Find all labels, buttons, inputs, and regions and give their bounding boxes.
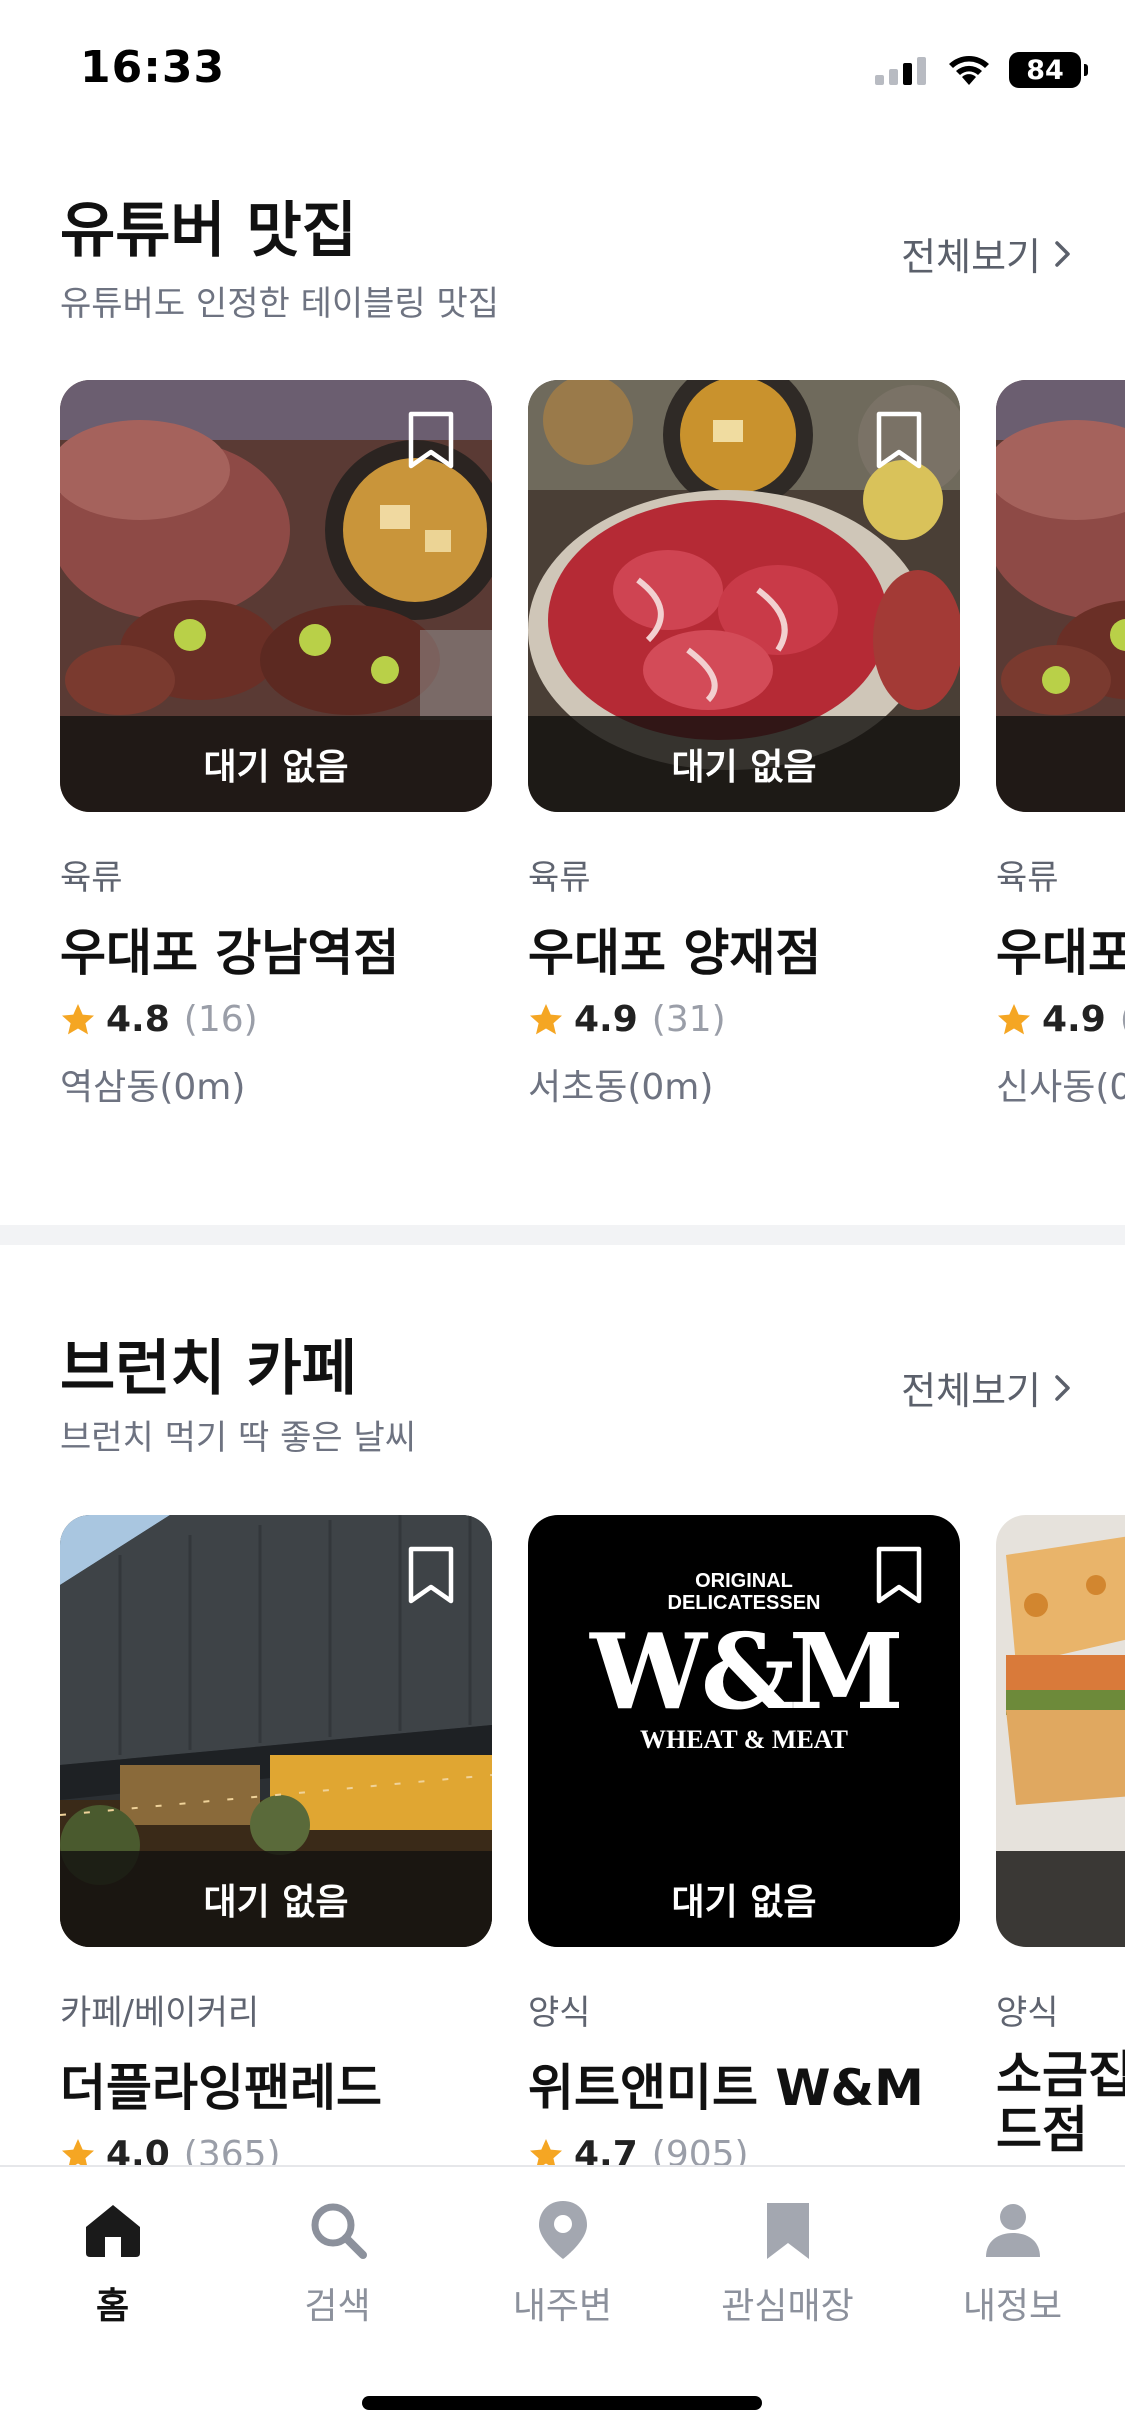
tab-label: 검색: [304, 2286, 371, 2327]
restaurant-logo: ORIGINAL DELICATESSEN W&M WHEAT & MEAT 대…: [528, 1515, 960, 1947]
tab-label: 홈: [95, 2286, 130, 2327]
card-category: 카페/베이커리: [60, 1993, 260, 2033]
restaurant-card[interactable]: 대기 없음 육류 우대포 양재점 4.9 (31) 서초동(0m): [528, 380, 960, 1110]
wait-status: [996, 716, 1125, 812]
status-time: 16:33: [80, 42, 226, 93]
tab-label: 내주변: [512, 2286, 613, 2327]
card-rating: 4.8 (16): [60, 999, 492, 1040]
card-name-line1: 소금집: [996, 2046, 1125, 2104]
logo-text-bottom: WHEAT & MEAT: [639, 1725, 848, 1754]
card-category: 양식: [528, 1993, 591, 2033]
star-icon: [62, 1003, 94, 1034]
card-category: 양식: [996, 1993, 1059, 2033]
bookmark-icon[interactable]: [874, 410, 924, 470]
card-location: 신사동(0: [996, 1067, 1125, 1108]
tab-home[interactable]: 홈: [0, 2197, 225, 2329]
card-name: 소금집 드점: [996, 2048, 1125, 2158]
restaurant-photo: [996, 1515, 1125, 1947]
card-category: 육류: [60, 858, 123, 898]
section-youtuber-restaurants: 유튜버 맛집 유튜버도 인정한 테이블링 맛집 전체보기 대기 없음 육류 우대…: [0, 140, 1125, 1225]
rating-value: 4.0: [106, 2134, 170, 2165]
card-rating: 4.9 (31): [528, 999, 960, 1040]
search-icon: [311, 2203, 367, 2259]
wait-status: [996, 1851, 1125, 1947]
restaurant-photo: [996, 380, 1125, 812]
wait-status: 대기 없음: [528, 1851, 960, 1947]
chevron-right-icon: [1055, 240, 1070, 267]
bookmark-icon[interactable]: [406, 410, 456, 470]
card-rating: 4.0 (365): [60, 2134, 492, 2165]
card-rating: 4.7 (905): [528, 2134, 960, 2165]
review-count: (905): [651, 2134, 749, 2165]
wait-status: 대기 없음: [60, 1851, 492, 1947]
card-location: 서초동(0m): [528, 1067, 714, 1108]
logo-wordmark: W&M: [590, 1610, 904, 1733]
chevron-right-icon: [1055, 1374, 1070, 1401]
restaurant-card[interactable]: 양식 소금집 드점: [996, 1515, 1125, 2165]
location-pin-icon: [538, 2201, 587, 2259]
section-divider: [0, 1225, 1125, 1245]
bookmark-icon[interactable]: [874, 1545, 924, 1605]
tab-label: 내정보: [962, 2286, 1063, 2327]
tab-my-info[interactable]: 내정보: [900, 2197, 1125, 2329]
card-name: 더플라잉팬레드: [60, 2059, 382, 2117]
star-icon: [530, 1003, 562, 1034]
section-subtitle: 유튜버도 인정한 테이블링 맛집: [60, 284, 500, 324]
bookmark-icon[interactable]: [406, 1545, 456, 1605]
tab-search[interactable]: 검색: [225, 2197, 450, 2329]
card-carousel[interactable]: 대기 없음 육류 우대포 강남역점 4.8 (16) 역삼동(0m) 대기 없음…: [60, 380, 1125, 1110]
tab-nearby[interactable]: 내주변: [450, 2197, 675, 2329]
card-location: 역삼동(0m): [60, 1067, 246, 1108]
home-indicator: [362, 2396, 762, 2410]
review-count: (16): [183, 999, 258, 1040]
review-count: (31): [651, 999, 726, 1040]
section-title: 브런치 카페: [60, 1334, 357, 1404]
rating-value: 4.9: [574, 999, 638, 1040]
status-bar: 16:33 84: [0, 0, 1125, 140]
review-count: (365): [183, 2134, 281, 2165]
card-name: 우대포 강남역점: [60, 924, 400, 982]
person-icon: [985, 2204, 1040, 2257]
restaurant-card[interactable]: 대기 없음 카페/베이커리 더플라잉팬레드 4.0 (365): [60, 1515, 492, 2165]
rating-value: 4.9: [1042, 999, 1106, 1040]
card-rating: 4.9 (: [996, 999, 1125, 1040]
rating-value: 4.7: [574, 2134, 638, 2165]
restaurant-card[interactable]: 대기 없음 육류 우대포 강남역점 4.8 (16) 역삼동(0m): [60, 380, 492, 1110]
see-all-label: 전체보기: [901, 1369, 1041, 1413]
restaurant-card[interactable]: 육류 우대포 4.9 ( 신사동(0: [996, 380, 1125, 1110]
restaurant-card[interactable]: ORIGINAL DELICATESSEN W&M WHEAT & MEAT 대…: [528, 1515, 960, 2165]
wait-status: 대기 없음: [528, 716, 960, 812]
tab-favorites[interactable]: 관심매장: [675, 2197, 900, 2329]
card-name: 위트앤미트 W&M: [528, 2059, 924, 2117]
status-icons: 84: [875, 48, 1088, 92]
card-name: 우대포: [996, 924, 1125, 982]
card-name: 우대포 양재점: [528, 924, 822, 982]
tab-label: 관심매장: [721, 2286, 854, 2327]
rating-value: 4.8: [106, 999, 170, 1040]
section-title: 유튜버 맛집: [60, 196, 357, 266]
cellular-signal-icon: [875, 57, 926, 85]
section-subtitle: 브런치 먹기 딱 좋은 날씨: [60, 1418, 417, 1458]
battery-indicator: 84: [1009, 52, 1088, 88]
card-name-line2: 드점: [996, 2101, 1088, 2159]
wait-status: 대기 없음: [60, 716, 492, 812]
see-all-button[interactable]: 전체보기: [901, 1360, 1075, 1415]
restaurant-photo: 대기 없음: [528, 380, 960, 812]
home-icon: [85, 2205, 140, 2257]
card-category: 육류: [996, 858, 1059, 898]
section-brunch-cafe: 브런치 카페 브런치 먹기 딱 좋은 날씨 전체보기 대기 없음 카페/베이커리…: [0, 1245, 1125, 2165]
star-icon: [998, 1003, 1030, 1034]
card-carousel[interactable]: 대기 없음 카페/베이커리 더플라잉팬레드 4.0 (365) ORIGINAL…: [60, 1515, 1125, 2165]
restaurant-photo: 대기 없음: [60, 380, 492, 812]
battery-level: 84: [1026, 54, 1064, 86]
see-all-button[interactable]: 전체보기: [901, 226, 1075, 281]
restaurant-photo: 대기 없음: [60, 1515, 492, 1947]
see-all-label: 전체보기: [901, 235, 1041, 279]
card-category: 육류: [528, 858, 591, 898]
review-count: (: [1120, 999, 1125, 1040]
star-icon: [530, 2138, 562, 2165]
star-icon: [62, 2138, 94, 2165]
bookmark-icon: [766, 2203, 809, 2259]
wifi-icon: [949, 56, 989, 85]
